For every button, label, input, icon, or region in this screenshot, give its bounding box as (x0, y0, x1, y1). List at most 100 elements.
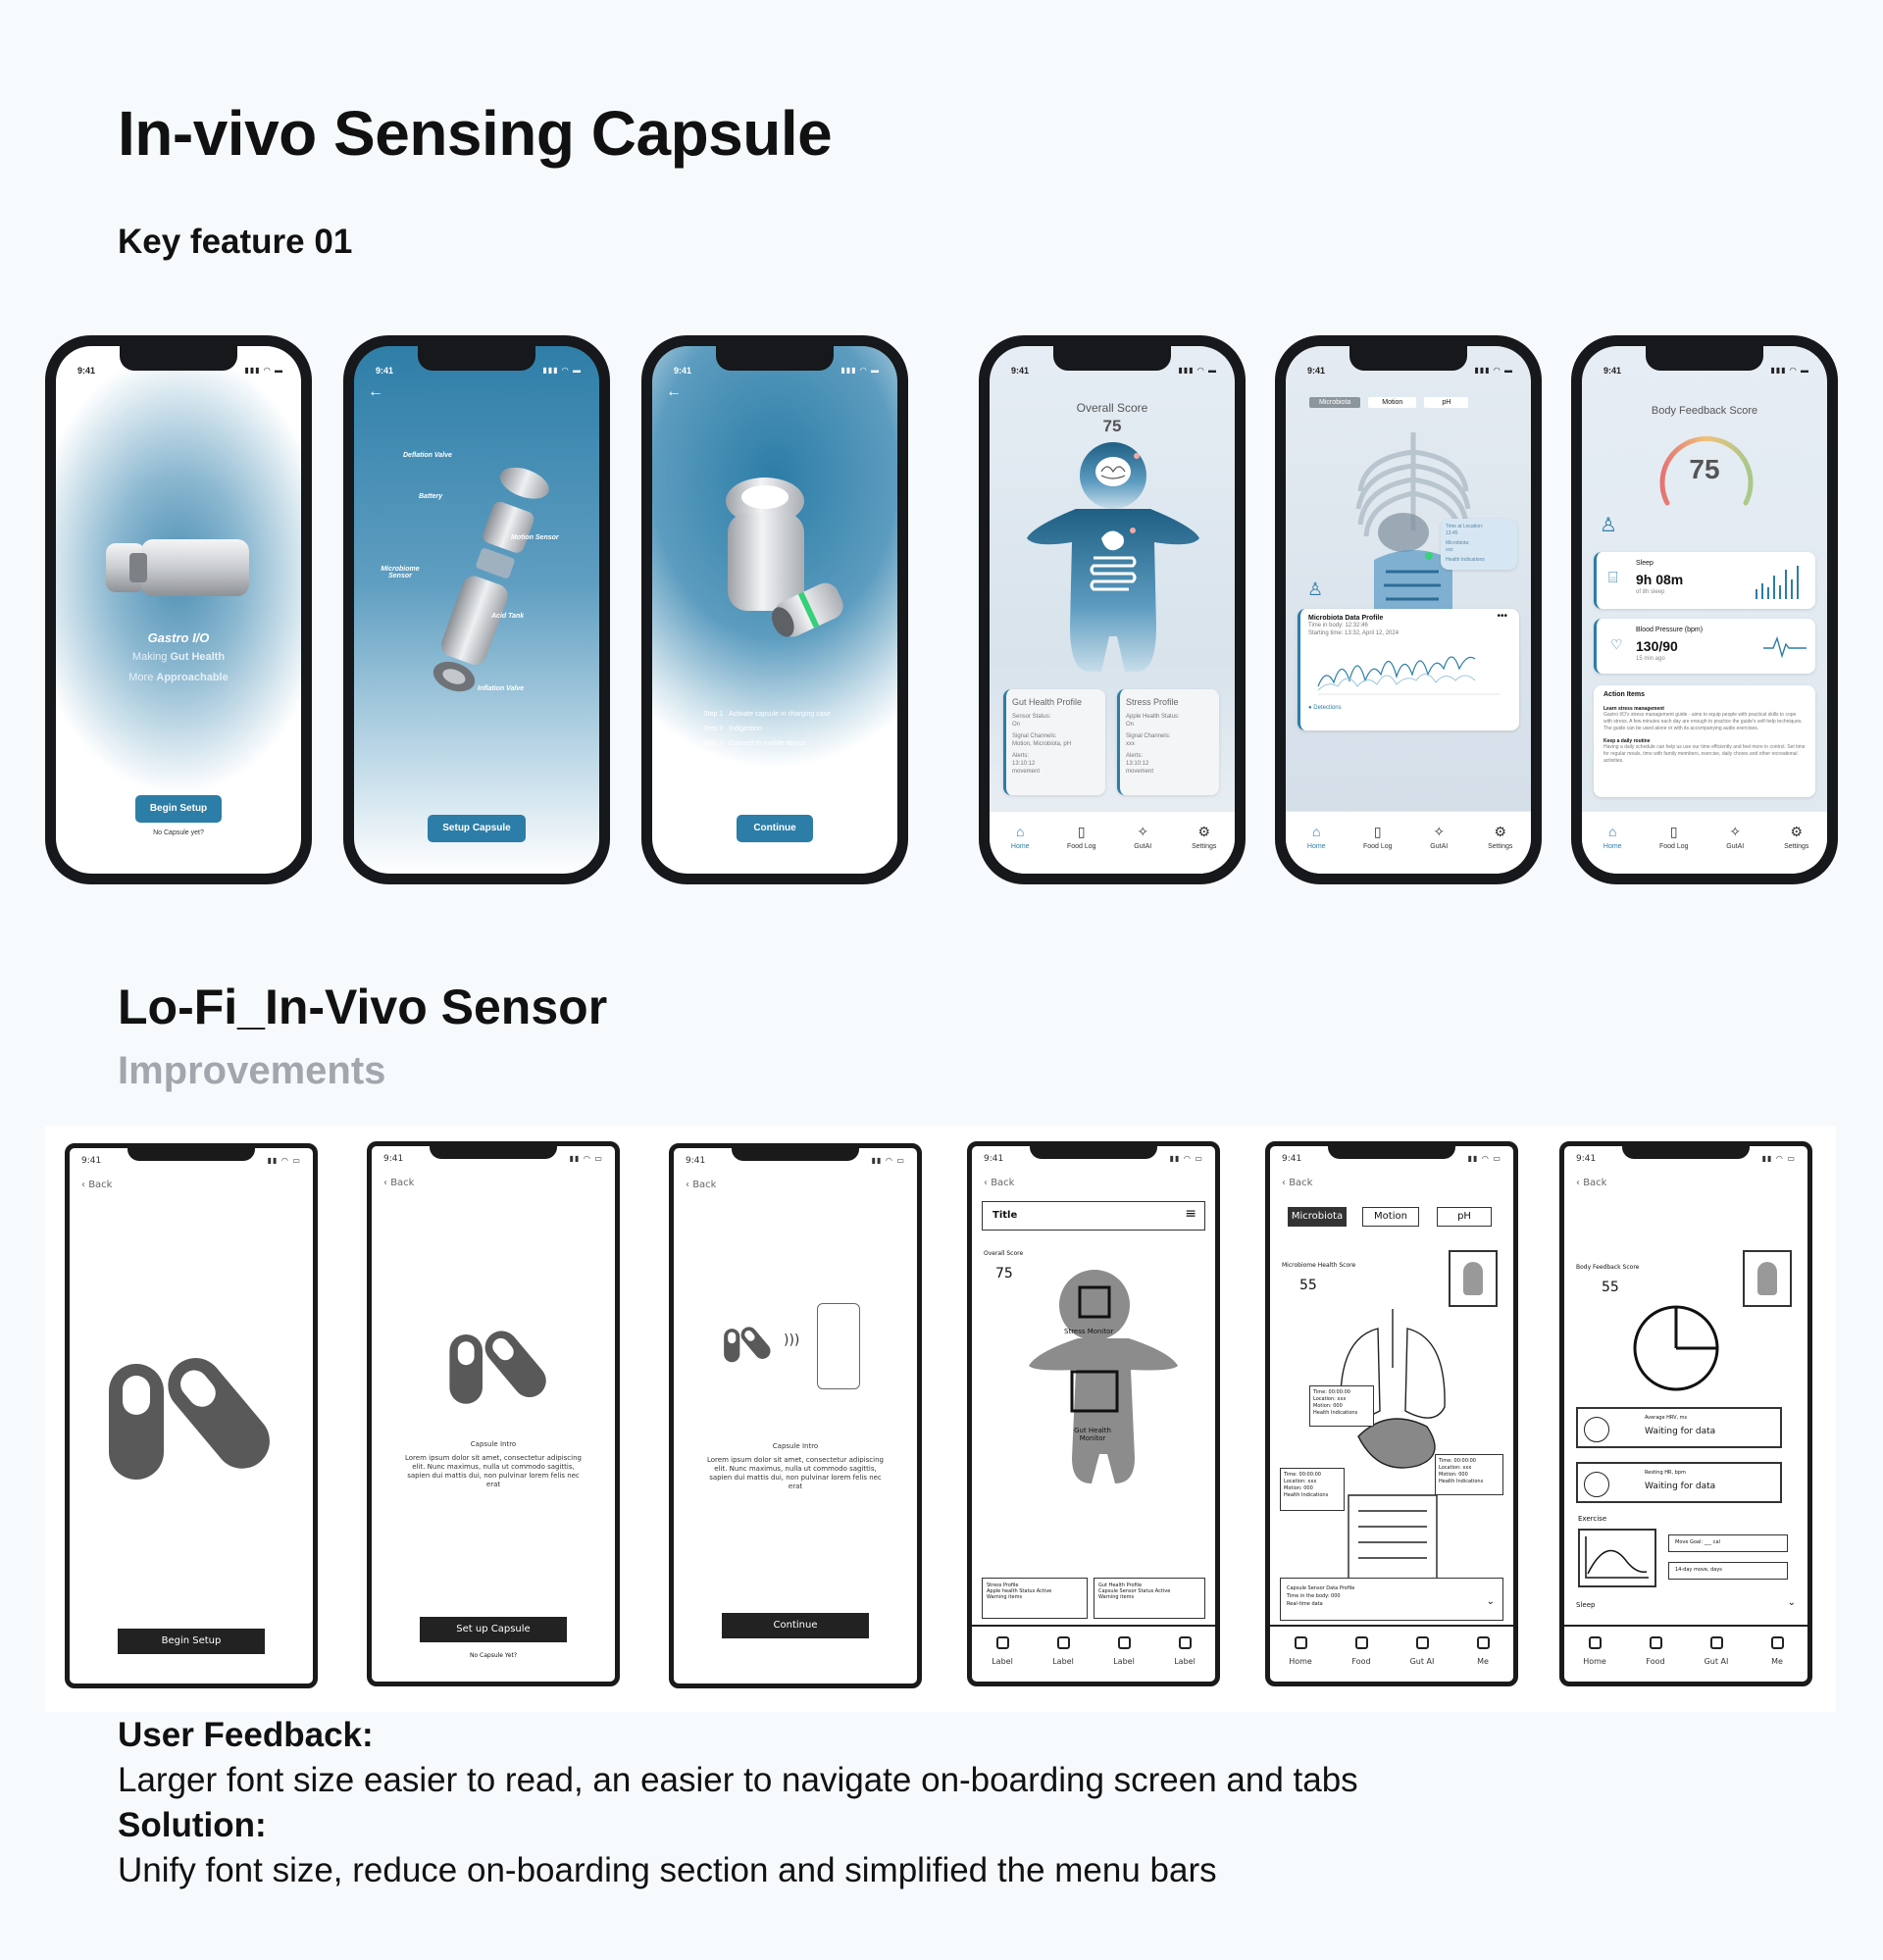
back-link[interactable]: ‹ Back (984, 1178, 1014, 1188)
tab-gut-ai[interactable]: Gut AI (1692, 1636, 1741, 1682)
tab-settings[interactable]: ⚙ Settings (1473, 824, 1528, 874)
score-label: Overall Score (1076, 401, 1148, 415)
tab-food-log[interactable]: ▯ Food Log (1647, 824, 1702, 874)
tab-microbiota[interactable]: Microbiota (1288, 1207, 1347, 1227)
back-link[interactable]: ‹ Back (686, 1180, 716, 1190)
tab-ph[interactable]: pH (1424, 397, 1469, 408)
stress-monitor-label: Stress Monitor (1064, 1328, 1114, 1335)
tab-bar: ⌂ Home ▯ Food Log ✧ GutAI ⚙ Settings (1582, 811, 1827, 874)
tab-home[interactable]: Home (1276, 1636, 1325, 1682)
tab-ph[interactable]: pH (1437, 1207, 1492, 1227)
tab-gutai[interactable]: ✧ GutAI (1707, 824, 1762, 874)
card-text: Sensor Status: (1012, 714, 1051, 720)
tab-gutai[interactable]: ✧ GutAI (1115, 824, 1170, 874)
tab-gutai[interactable]: ✧ GutAI (1411, 824, 1466, 874)
set-up-capsule-button[interactable]: Set up Capsule (420, 1617, 567, 1642)
microbiota-data-card[interactable]: Microbiota Data Profile Time in body: 12… (1298, 609, 1519, 730)
tab-food-log[interactable]: ▯ Food Log (1054, 824, 1109, 874)
tab-microbiota[interactable]: Microbiota (1309, 397, 1361, 408)
exercise-label: Exercise (1578, 1515, 1607, 1523)
sleep-card[interactable]: ⌸ Sleep 9h 08m of 8h sleep (1594, 552, 1815, 609)
more-icon[interactable]: ••• (1497, 611, 1507, 622)
heart-icon: ♡ (1610, 636, 1623, 652)
tab-home[interactable]: ⌂ Home (1585, 824, 1640, 874)
stress-profile-card[interactable]: Stress Profile Apple Health Status: On S… (1117, 689, 1219, 795)
no-capsule-link[interactable]: No Capsule Yet? (372, 1652, 615, 1659)
tab-food-log[interactable]: ▯ Food Log (1350, 824, 1405, 874)
profile-icon (1476, 1636, 1490, 1649)
exercise-chart[interactable] (1578, 1529, 1656, 1587)
back-arrow-icon[interactable]: ← (666, 383, 682, 401)
gut-ai-icon (1709, 1636, 1723, 1649)
body-figure-icon[interactable]: ♙ (1307, 579, 1323, 600)
menu-icon[interactable]: ≡ (1185, 1206, 1196, 1222)
label-inflation-valve: Inflation Valve (478, 685, 525, 692)
body-figure (1029, 1270, 1178, 1483)
continue-button[interactable]: Continue (737, 815, 813, 842)
tab-gut-ai[interactable]: Gut AI (1398, 1636, 1447, 1682)
gut-monitor-label: Gut Health Monitor (1074, 1427, 1111, 1442)
home-icon: ⌂ (1608, 824, 1617, 839)
hrv-card[interactable]: Average HRV, ms Waiting for data (1576, 1407, 1782, 1448)
tab-home[interactable]: ⌂ Home (1289, 824, 1344, 874)
gut-profile-card[interactable]: Gut Health Profile Capsule Sensor Status … (1094, 1578, 1205, 1619)
bed-icon: ⌸ (1608, 570, 1618, 586)
card-text: Apple Health Status: (1126, 714, 1180, 720)
tab-home[interactable]: Home (1570, 1636, 1619, 1682)
back-link[interactable]: ‹ Back (81, 1180, 112, 1190)
no-capsule-link[interactable]: No Capsule yet? (56, 829, 301, 836)
tab-settings[interactable]: ⚙ Settings (1769, 824, 1824, 874)
gear-icon: ⚙ (1790, 824, 1804, 839)
callout-1: Time: 00:00:00 Location: xxx Motion: 000 He… (1309, 1385, 1374, 1427)
resting-hr-card[interactable]: Resting HR, bpm Waiting for data (1576, 1462, 1782, 1503)
setup-capsule-button[interactable]: Setup Capsule (428, 815, 526, 842)
action-items-card[interactable]: Action Items Learn stress management Gas… (1594, 685, 1815, 797)
phone-icon (817, 1303, 860, 1389)
card-title: Stress Profile (1126, 697, 1179, 707)
score-value: 75 (1689, 454, 1720, 484)
back-link[interactable]: ‹ Back (383, 1178, 414, 1188)
move-goal-field[interactable]: Move Goal: ___ cal (1668, 1534, 1788, 1552)
blood-pressure-card[interactable]: ♡ Blood Pressure (bpm) 130/90 15 min ago (1594, 619, 1815, 674)
move-days-field[interactable]: 14-day move, days (1668, 1562, 1788, 1580)
chevron-down-icon[interactable]: ⌄ (1788, 1597, 1796, 1608)
status-time: 9:41 (376, 366, 394, 376)
tab-food[interactable]: Food (1337, 1636, 1386, 1682)
body-thumbnail[interactable] (1743, 1250, 1792, 1307)
wire-begin-setup: 9:41 ▮▮ ◠ ▭ ‹ Back Begin Setup (65, 1143, 318, 1688)
tab-motion[interactable]: Motion (1362, 1207, 1419, 1227)
tab-1[interactable]: Label (978, 1636, 1027, 1682)
sensor-data-card[interactable]: Capsule Sensor Data Profile Time in the b… (1280, 1578, 1503, 1621)
score-label: Body Feedback Score (1651, 405, 1758, 417)
body-thumbnail[interactable] (1449, 1250, 1498, 1307)
detections-label[interactable]: ● Detections (1308, 705, 1511, 711)
card-text: Alerts: (1126, 753, 1144, 759)
card-text: movement (1126, 769, 1154, 775)
home-icon: ⌂ (1312, 824, 1321, 839)
tab-home[interactable]: ⌂ Home (992, 824, 1047, 874)
body-figure-icon[interactable]: ♙ (1600, 513, 1617, 537)
label-battery: Battery (419, 493, 443, 500)
chevron-down-icon[interactable]: ⌄ (1487, 1597, 1495, 1607)
tab-3[interactable]: Label (1099, 1636, 1148, 1682)
back-link[interactable]: ‹ Back (1576, 1178, 1606, 1188)
feedback-heading: User Feedback: (118, 1716, 374, 1754)
begin-setup-button[interactable]: Begin Setup (135, 795, 222, 823)
title-bar: Title ≡ (982, 1201, 1205, 1231)
tab-2[interactable]: Label (1039, 1636, 1088, 1682)
card-text: 13:10:12 (1126, 761, 1149, 767)
tab-me[interactable]: Me (1753, 1636, 1802, 1682)
label-deflation-valve: Deflation Valve (403, 452, 452, 459)
tab-motion[interactable]: Motion (1368, 397, 1417, 408)
gut-health-card[interactable]: Gut Health Profile Sensor Status: On Sig… (1003, 689, 1105, 795)
begin-setup-button[interactable]: Begin Setup (118, 1629, 265, 1654)
gear-icon: ⚙ (1494, 824, 1507, 839)
continue-button[interactable]: Continue (722, 1613, 869, 1638)
stress-profile-card[interactable]: Stress Profile Apple health Status Active… (982, 1578, 1088, 1619)
tab-food[interactable]: Food (1631, 1636, 1680, 1682)
back-arrow-icon[interactable]: ← (368, 383, 383, 401)
tab-me[interactable]: Me (1458, 1636, 1507, 1682)
tab-settings[interactable]: ⚙ Settings (1177, 824, 1232, 874)
back-link[interactable]: ‹ Back (1282, 1178, 1312, 1188)
tab-4[interactable]: Label (1160, 1636, 1209, 1682)
